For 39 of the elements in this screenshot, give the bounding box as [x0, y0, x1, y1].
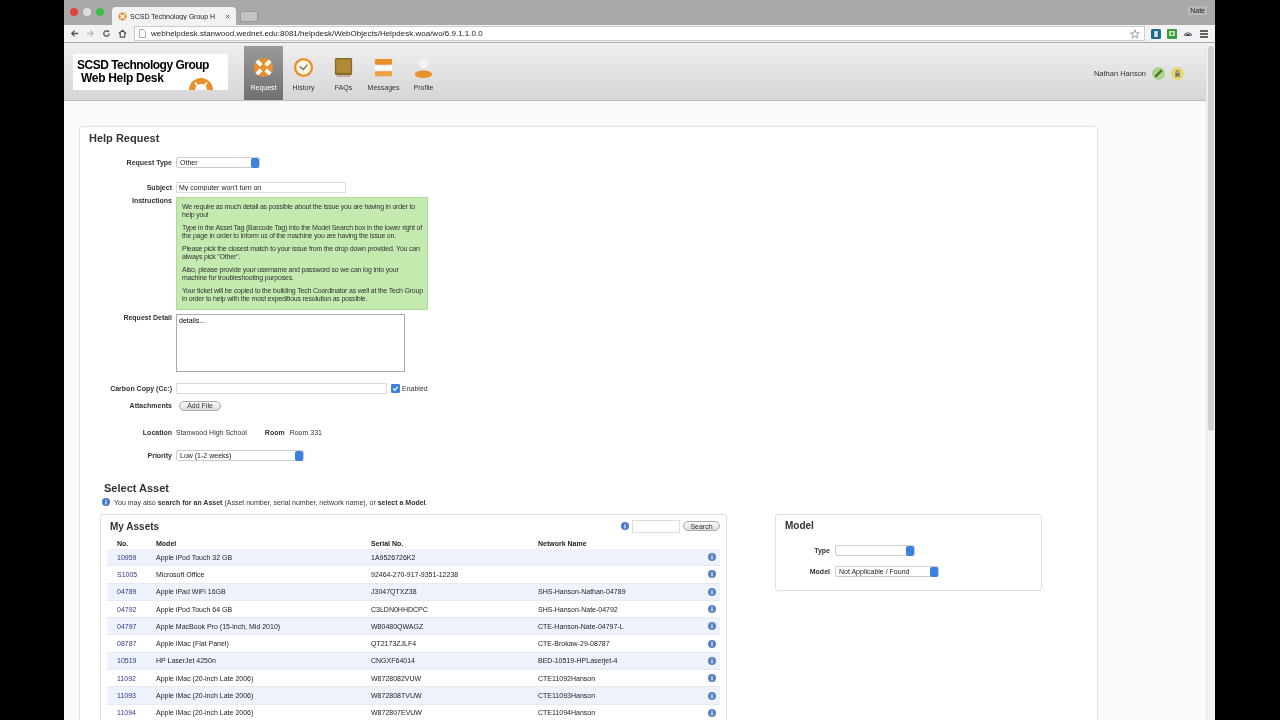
reload-icon[interactable]: [102, 29, 111, 38]
info-icon[interactable]: [708, 605, 716, 614]
logo[interactable]: SCSD Technology Group Web Help Desk: [73, 53, 228, 90]
menu-icon[interactable]: [1199, 28, 1209, 39]
lock-icon[interactable]: [1171, 67, 1184, 80]
messages-icon: [372, 56, 395, 79]
address-bar[interactable]: webhelpdesk.stanwood.wednet.edu:8081/helpdesk/WebObjects/Helpdesk.woa/wo/6.9.1.1.0.0: [134, 26, 1145, 41]
cc-field[interactable]: [176, 383, 387, 394]
bookmark-star-icon[interactable]: [1130, 28, 1140, 39]
lifebuoy-icon: [252, 56, 275, 79]
type-select[interactable]: [835, 545, 915, 556]
extension-icon[interactable]: [1167, 28, 1177, 39]
info-icon[interactable]: [708, 656, 716, 665]
info-icon[interactable]: [102, 498, 110, 506]
panel-title: My Assets: [110, 520, 160, 532]
person-icon: [412, 56, 435, 79]
section-title: Help Request: [89, 132, 161, 144]
info-icon[interactable]: [708, 587, 716, 596]
search-field[interactable]: [632, 519, 680, 533]
clock-icon: [292, 56, 315, 79]
book-icon: [332, 56, 355, 79]
info-icon[interactable]: [708, 691, 716, 700]
info-icon[interactable]: [708, 622, 716, 631]
back-icon[interactable]: [70, 29, 79, 38]
info-icon[interactable]: [708, 708, 716, 717]
home-icon[interactable]: [118, 29, 127, 38]
extension-icon[interactable]: [1151, 28, 1161, 39]
page-icon: [139, 29, 146, 38]
info-icon[interactable]: [708, 674, 716, 683]
close-icon[interactable]: [225, 13, 230, 19]
checkbox[interactable]: [391, 384, 400, 393]
info-icon[interactable]: [621, 522, 629, 530]
info-icon[interactable]: [708, 639, 716, 648]
lifebuoy-icon: [118, 11, 127, 21]
section-title: Select Asset: [104, 482, 171, 494]
connector-icon[interactable]: [1152, 67, 1165, 80]
info-icon[interactable]: [708, 553, 716, 562]
panel-title: Model: [785, 520, 815, 531]
info-icon[interactable]: [708, 570, 716, 579]
